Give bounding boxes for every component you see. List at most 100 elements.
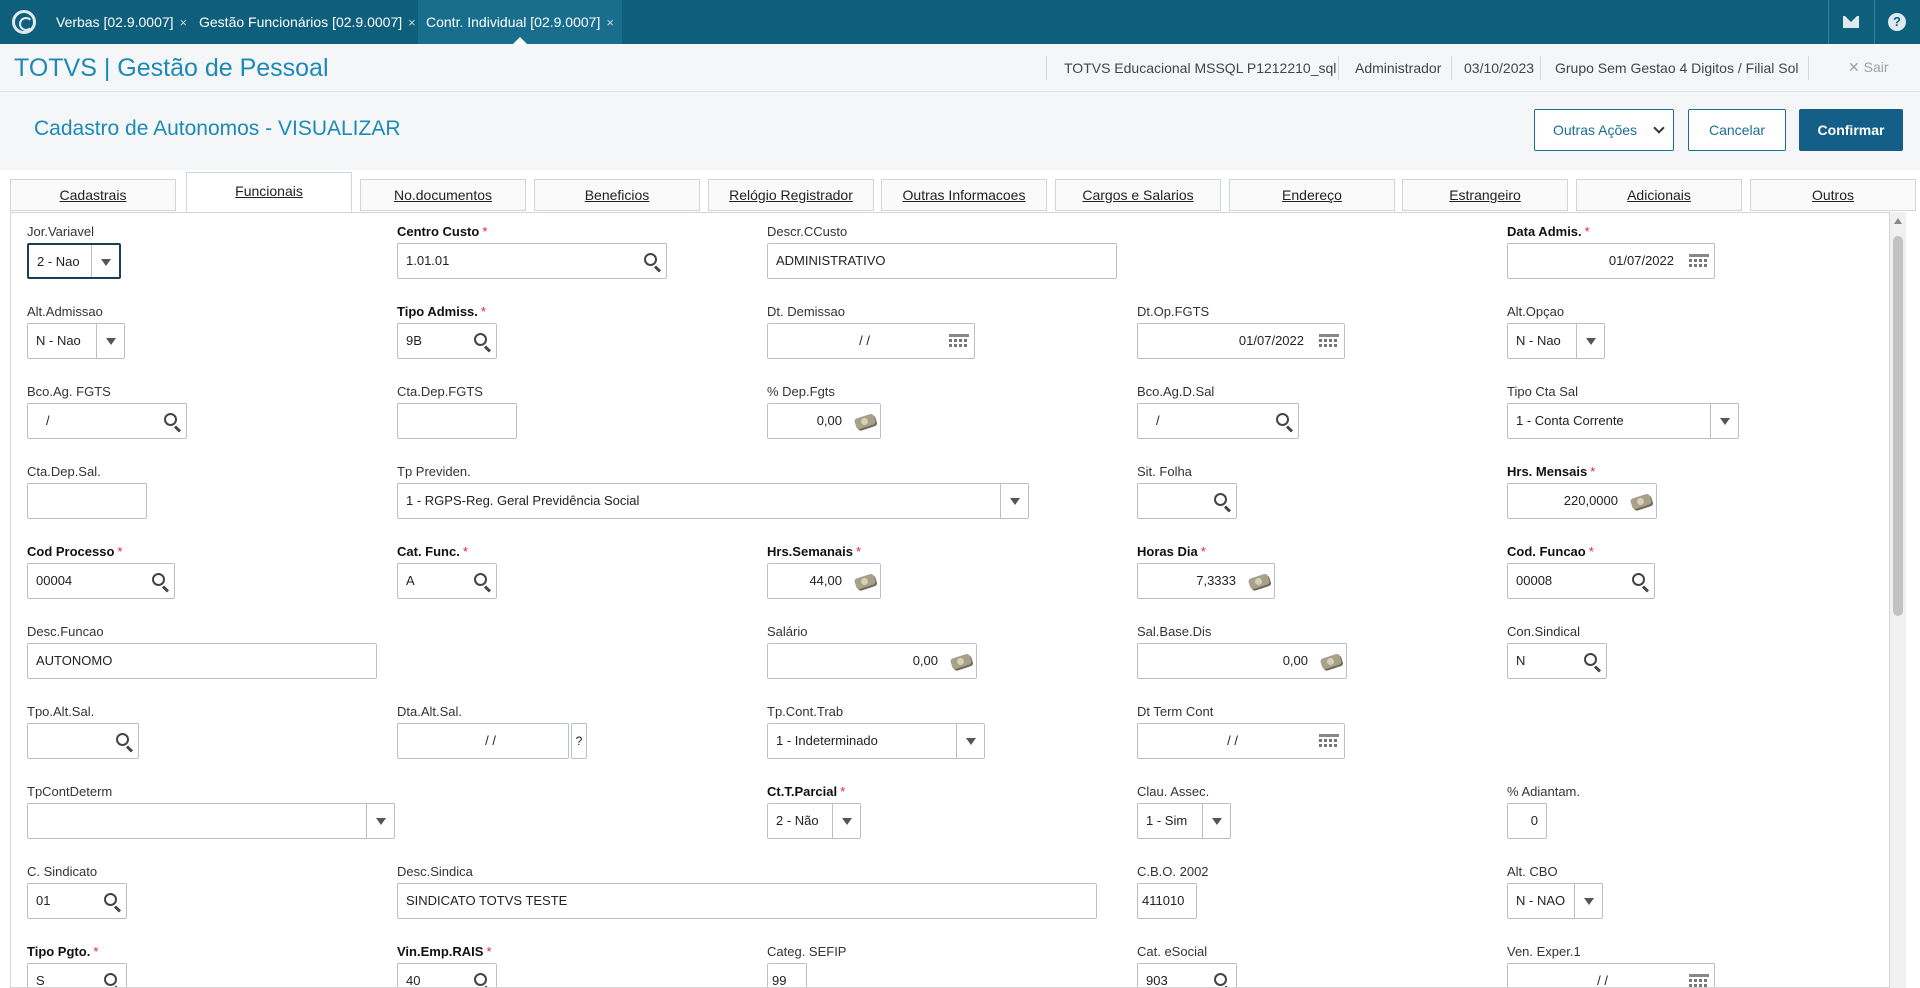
tipo-admiss-input[interactable]: 9B <box>397 323 497 359</box>
dropdown-arrow-icon <box>1710 404 1738 438</box>
search-icon[interactable] <box>1624 564 1654 598</box>
dta-alt-sal-input[interactable]: / / <box>397 723 569 759</box>
tpo-alt-sal-input[interactable] <box>27 723 139 759</box>
money-icon[interactable] <box>1244 564 1274 598</box>
money-icon[interactable] <box>946 644 976 678</box>
money-icon[interactable] <box>850 564 880 598</box>
descr-ccusto-input[interactable]: ADMINISTRATIVO <box>767 243 1117 279</box>
tab-cargos-e-salarios[interactable]: Cargos e Salarios <box>1055 179 1221 211</box>
bco-ag-fgts-input[interactable]: / <box>27 403 187 439</box>
horas-dia-input[interactable]: 7,3333 <box>1137 563 1275 599</box>
close-icon[interactable]: × <box>606 15 614 30</box>
search-icon[interactable] <box>144 564 174 598</box>
ven-exper-1-input[interactable]: / / <box>1507 963 1715 987</box>
alt-admissao-select[interactable]: N - Nao <box>27 323 125 359</box>
pct-dep-fgts-input[interactable]: 0,00 <box>767 403 881 439</box>
tab-adicionais[interactable]: Adicionais <box>1576 179 1742 211</box>
search-icon[interactable] <box>466 324 496 358</box>
bco-ag-d-sal-input[interactable]: / <box>1137 403 1299 439</box>
calendar-icon[interactable] <box>1314 324 1344 358</box>
calendar-icon[interactable] <box>944 324 974 358</box>
data-admis-input[interactable]: 01/07/2022 <box>1507 243 1715 279</box>
tab-estrangeiro[interactable]: Estrangeiro <box>1402 179 1568 211</box>
pct-adiantam-input[interactable]: 0 <box>1507 803 1547 839</box>
field-label: Bco.Ag. FGTS <box>27 384 111 399</box>
dt-op-fgts-input[interactable]: 01/07/2022 <box>1137 323 1345 359</box>
tab-relogio-registrador[interactable]: Relógio Registrador <box>708 179 874 211</box>
tab-outros[interactable]: Outros <box>1750 179 1916 211</box>
tab-funcionais[interactable]: Funcionais <box>186 172 352 212</box>
scrollbar-thumb[interactable] <box>1893 236 1903 616</box>
cta-dep-fgts-input[interactable] <box>397 403 517 439</box>
cat-esocial-input[interactable]: 903 <box>1137 963 1237 987</box>
help-icon[interactable]: ? <box>1874 0 1918 44</box>
tab-outras-informacoes[interactable]: Outras Informacoes <box>881 179 1047 211</box>
tab-cadastrais[interactable]: Cadastrais <box>10 179 176 211</box>
cod-funcao-input[interactable]: 00008 <box>1507 563 1655 599</box>
salario-input[interactable]: 0,00 <box>767 643 977 679</box>
calendar-icon[interactable] <box>1314 724 1344 758</box>
tp-previden-select[interactable]: 1 - RGPS-Reg. Geral Previdência Social <box>397 483 1029 519</box>
exit-button[interactable]: ✕ Sair <box>1848 59 1889 76</box>
calendar-icon[interactable] <box>1684 244 1714 278</box>
search-icon[interactable] <box>1206 964 1236 987</box>
tab-beneficios[interactable]: Beneficios <box>534 179 700 211</box>
search-icon[interactable] <box>466 564 496 598</box>
categ-sefip-input[interactable]: 99 <box>767 963 807 987</box>
desc-funcao-input[interactable]: AUTONOMO <box>27 643 377 679</box>
money-icon[interactable] <box>1316 644 1346 678</box>
search-icon[interactable] <box>636 244 666 278</box>
alt-opcao-select[interactable]: N - Nao <box>1507 323 1605 359</box>
cod-processo-input[interactable]: 00004 <box>27 563 175 599</box>
con-sindical-input[interactable]: N <box>1507 643 1607 679</box>
other-actions-button[interactable]: Outras Ações <box>1534 109 1674 151</box>
alt-cbo-select[interactable]: N - NAO <box>1507 883 1603 919</box>
scroll-up-icon[interactable] <box>1894 218 1902 224</box>
search-icon[interactable] <box>156 404 186 438</box>
sit-folha-input[interactable] <box>1137 483 1237 519</box>
search-icon[interactable] <box>1268 404 1298 438</box>
tp-cont-determ-select[interactable] <box>27 803 395 839</box>
hrs-semanais-input[interactable]: 44,00 <box>767 563 881 599</box>
cat-func-input[interactable]: A <box>397 563 497 599</box>
close-icon[interactable]: × <box>408 15 416 30</box>
desc-sindica-input[interactable]: SINDICATO TOTVS TESTE <box>397 883 1097 919</box>
tab-no-documentos[interactable]: No.documentos <box>360 179 526 211</box>
cbo-2002-input[interactable]: 411010 <box>1137 883 1197 919</box>
cta-dep-sal-input[interactable] <box>27 483 147 519</box>
search-icon[interactable] <box>96 964 126 987</box>
vertical-scrollbar[interactable] <box>1890 212 1906 988</box>
centro-custo-input[interactable]: 1.01.01 <box>397 243 667 279</box>
search-icon[interactable] <box>96 884 126 918</box>
hrs-mensais-input[interactable]: 220,0000 <box>1507 483 1657 519</box>
jor-variavel-select[interactable]: 2 - Nao <box>27 243 121 279</box>
money-icon[interactable] <box>850 404 880 438</box>
search-icon[interactable] <box>1206 484 1236 518</box>
tab-contr-individual[interactable]: Contr. Individual [02.9.0007] × <box>418 0 622 44</box>
confirm-button[interactable]: Confirmar <box>1799 109 1903 151</box>
search-icon[interactable] <box>466 964 496 987</box>
search-icon[interactable] <box>108 724 138 758</box>
dt-term-cont-input[interactable]: / / <box>1137 723 1345 759</box>
search-icon[interactable] <box>1576 644 1606 678</box>
tab-verbas[interactable]: Verbas [02.9.0007] × <box>48 0 195 44</box>
tab-label: Contr. Individual [02.9.0007] <box>426 14 601 30</box>
vin-emp-rais-input[interactable]: 40 <box>397 963 497 987</box>
totvs-logo-icon[interactable] <box>12 10 36 34</box>
tab-gestao-funcionarios[interactable]: Gestão Funcionários [02.9.0007] × <box>191 0 424 44</box>
c-sindicato-input[interactable]: 01 <box>27 883 127 919</box>
help-icon[interactable]: ? <box>571 723 587 759</box>
tp-cont-trab-select[interactable]: 1 - Indeterminado <box>767 723 985 759</box>
clau-assec-select[interactable]: 1 - Sim <box>1137 803 1231 839</box>
tipo-cta-sal-select[interactable]: 1 - Conta Corrente <box>1507 403 1739 439</box>
tipo-pgto-input[interactable]: S <box>27 963 127 987</box>
close-icon[interactable]: × <box>180 15 188 30</box>
calendar-icon[interactable] <box>1684 964 1714 987</box>
mail-icon[interactable] <box>1828 0 1872 44</box>
cancel-button[interactable]: Cancelar <box>1688 109 1786 151</box>
dt-demissao-input[interactable]: / / <box>767 323 975 359</box>
tab-endereco[interactable]: Endereço <box>1229 179 1395 211</box>
ct-t-parcial-select[interactable]: 2 - Não <box>767 803 861 839</box>
sal-base-dis-input[interactable]: 0,00 <box>1137 643 1347 679</box>
money-icon[interactable] <box>1626 484 1656 518</box>
